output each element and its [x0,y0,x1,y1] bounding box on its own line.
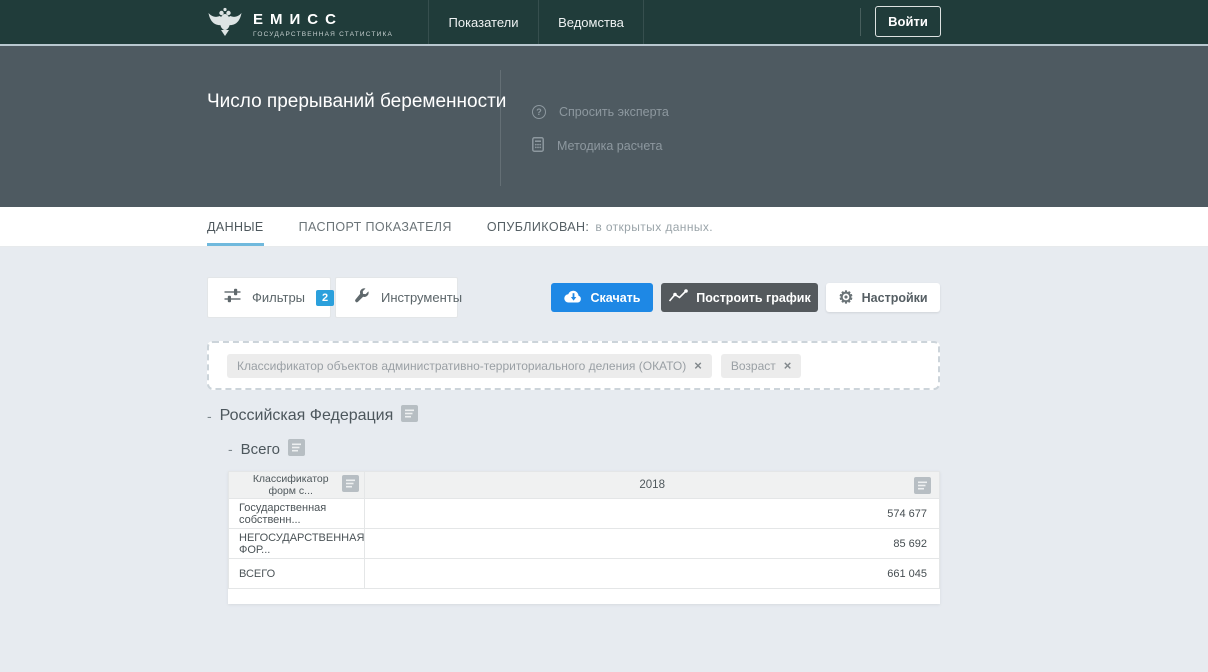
gear-icon: ⚙ [838,289,853,306]
list-icon[interactable] [914,477,931,497]
collapse-toggle-icon[interactable]: - [207,408,212,424]
cloud-download-icon [564,290,583,306]
row-label: ВСЕГО [229,559,365,589]
eagle-emblem-icon [207,5,243,44]
table-header-dimension[interactable]: Классификатор форм с... [229,472,365,499]
methodology-label: Методика расчета [557,139,662,153]
page-header: Число прерываний беременности ? Спросить… [0,46,1208,207]
emiss-logo[interactable]: ЕМИСС ГОСУДАРСТВЕННАЯ СТАТИСТИКА [207,5,393,44]
navbar-divider [860,8,861,36]
settings-button[interactable]: ⚙ Настройки [826,283,940,312]
logo-subtitle: ГОСУДАРСТВЕННАЯ СТАТИСТИКА [253,31,393,38]
row-value: 661 045 [365,559,940,589]
row-value: 574 677 [365,499,940,529]
build-chart-label: Построить график [696,291,810,305]
data-table: Классификатор форм с... [228,471,940,589]
filters-label: Фильтры [252,290,305,305]
download-button[interactable]: Скачать [551,283,653,312]
filter-chip-okato[interactable]: Классификатор объектов административно-т… [227,354,712,378]
filter-chip-okato-label: Классификатор объектов административно-т… [237,359,686,373]
dimension-header-label: Классификатор форм с... [239,473,342,497]
collapse-toggle-icon[interactable]: - [228,441,233,457]
tab-bar: ДАННЫЕ ПАСПОРТ ПОКАЗАТЕЛЯ ОПУБЛИКОВАН: в… [0,207,1208,247]
main-content: Фильтры 2 Инструменты [0,247,1208,672]
filter-chip-age-label: Возраст [731,359,776,373]
row-label: Государственная собственн... [229,499,365,529]
ask-expert-link[interactable]: ? Спросить эксперта [532,105,669,119]
published-status: ОПУБЛИКОВАН: в открытых данных. [487,207,713,246]
published-label: ОПУБЛИКОВАН: [487,220,589,234]
data-table-card: Классификатор форм с... [228,471,940,604]
row-value: 85 692 [365,529,940,559]
wrench-icon [353,287,369,308]
close-icon[interactable]: × [784,359,792,372]
table-row: Государственная собственн... 574 677 [229,499,940,529]
login-button[interactable]: Войти [875,6,941,37]
tree-item-label: Российская Федерация [220,407,394,425]
close-icon[interactable]: × [694,359,702,372]
active-filters-panel: Классификатор объектов административно-т… [207,341,940,390]
toolbar-spacer [458,277,551,318]
table-header-year[interactable]: 2018 [365,472,940,499]
filters-button[interactable]: Фильтры 2 [207,277,331,318]
nav-item-agencies[interactable]: Ведомства [539,0,644,44]
page-title: Число прерываний беременности [207,91,506,113]
tree-item-label: Всего [241,441,280,458]
tab-passport[interactable]: ПАСПОРТ ПОКАЗАТЕЛЯ [299,207,452,246]
action-buttons: Скачать Построить график ⚙ Настройки [551,283,940,312]
header-divider [500,70,501,186]
filters-count-badge: 2 [316,290,334,306]
line-chart-icon [668,289,688,306]
download-label: Скачать [591,291,641,305]
table-row: НЕГОСУДАРСТВЕННАЯ ФОР... 85 692 [229,529,940,559]
list-icon[interactable] [401,405,418,427]
list-icon[interactable] [288,439,305,460]
dimension-tree: - Российская Федерация - Всего [207,405,940,460]
ask-expert-label: Спросить эксперта [559,105,669,119]
tree-item-total[interactable]: - Всего [228,438,940,460]
list-icon[interactable] [342,475,359,495]
table-row: ВСЕГО 661 045 [229,559,940,589]
nav-item-indicators[interactable]: Показатели [429,0,539,44]
tools-label: Инструменты [381,290,462,305]
year-header-label: 2018 [639,479,665,491]
question-circle-icon: ? [532,105,546,119]
tree-item-russian-federation[interactable]: - Российская Федерация [207,405,940,427]
top-navbar: ЕМИСС ГОСУДАРСТВЕННАЯ СТАТИСТИКА Показат… [0,0,1208,46]
navbar-menu: Показатели Ведомства [428,0,644,44]
calculator-icon [532,137,544,155]
tab-data[interactable]: ДАННЫЕ [207,207,264,246]
sliders-icon [224,288,241,308]
row-label: НЕГОСУДАРСТВЕННАЯ ФОР... [229,529,365,559]
tools-button[interactable]: Инструменты [335,277,458,318]
published-value: в открытых данных. [595,220,713,234]
methodology-link[interactable]: Методика расчета [532,137,662,155]
build-chart-button[interactable]: Построить график [661,283,818,312]
toolbar: Фильтры 2 Инструменты [207,277,940,318]
filter-chip-age[interactable]: Возраст × [721,354,801,378]
settings-label: Настройки [862,291,928,305]
logo-title: ЕМИСС [253,11,393,29]
